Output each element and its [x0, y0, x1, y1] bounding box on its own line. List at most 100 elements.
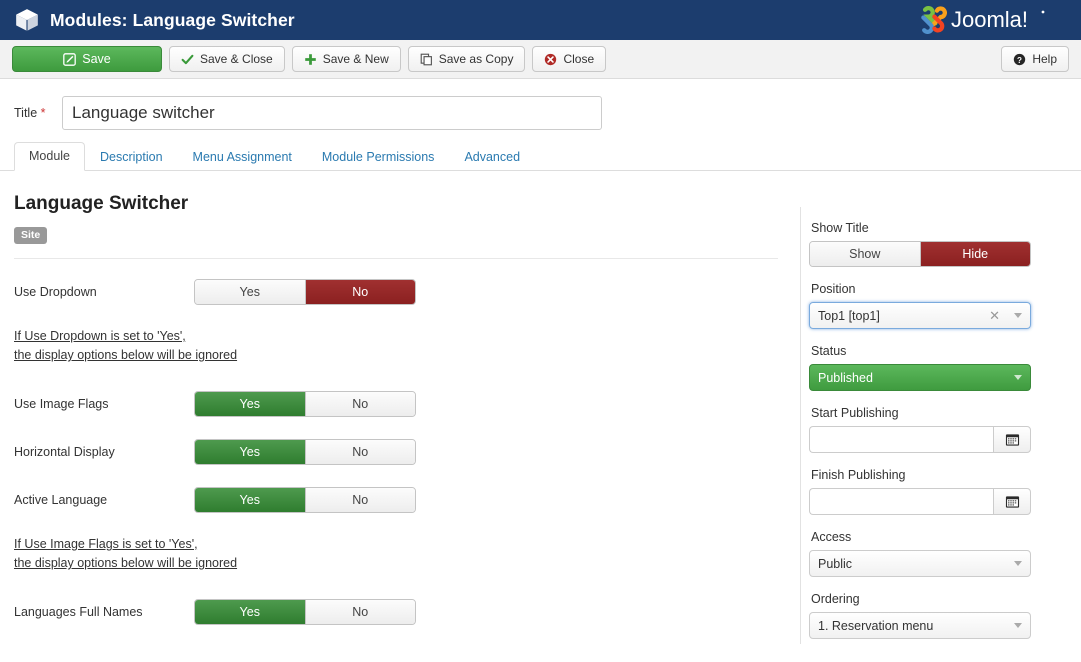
cube-icon [14, 7, 40, 33]
clear-x-icon[interactable]: ✕ [989, 308, 1000, 324]
publishing-sidebar: Show Title Show Hide Position Top1 [top1… [800, 207, 1081, 644]
page-title: Modules: Language Switcher [50, 10, 295, 31]
chevron-down-icon [1014, 313, 1022, 318]
module-settings-panel: Language Switcher Site Use Dropdown Yes … [0, 171, 800, 644]
finish-publishing-group [809, 488, 1031, 515]
status-label: Status [811, 344, 1061, 358]
access-value: Public [818, 557, 1008, 571]
note-use-image-flags-line2: the display options below will be ignore… [14, 554, 237, 573]
field-label-languages-full-names: Languages Full Names [14, 605, 194, 619]
toggle-use-image-flags[interactable]: Yes No [194, 391, 416, 417]
status-select[interactable]: Published [809, 364, 1031, 391]
required-marker: * [41, 106, 46, 120]
tab-module-permissions[interactable]: Module Permissions [307, 143, 450, 171]
title-row: Title * [0, 79, 1081, 131]
field-use-dropdown: Use Dropdown Yes No [14, 277, 778, 307]
toggle-show-title-hide[interactable]: Hide [920, 242, 1031, 266]
field-label-use-image-flags: Use Image Flags [14, 397, 194, 411]
toggle-use-dropdown-no[interactable]: No [305, 280, 416, 304]
status-value: Published [818, 371, 1008, 385]
toggle-use-dropdown-yes[interactable]: Yes [195, 280, 305, 304]
plus-icon [304, 53, 317, 66]
svg-text:Joomla!: Joomla! [951, 7, 1028, 32]
toggle-show-title-show[interactable]: Show [810, 242, 920, 266]
save-as-copy-button[interactable]: Save as Copy [408, 46, 526, 72]
status-block: Status Published [809, 344, 1061, 391]
tab-advanced[interactable]: Advanced [449, 143, 535, 171]
start-publishing-label: Start Publishing [811, 406, 1061, 420]
finish-publishing-input[interactable] [809, 488, 993, 515]
toggle-active-language-no[interactable]: No [305, 488, 416, 512]
note-use-image-flags-line1: If Use Image Flags is set to 'Yes', [14, 535, 198, 554]
show-title-label: Show Title [811, 221, 1061, 235]
note-use-image-flags: If Use Image Flags is set to 'Yes', the … [14, 535, 778, 573]
save-and-new-label: Save & New [323, 52, 389, 66]
toggle-horizontal-display-no[interactable]: No [305, 440, 416, 464]
joomla-logo: Joomla! [914, 3, 1071, 37]
start-publishing-calendar-button[interactable] [993, 426, 1031, 453]
save-as-copy-label: Save as Copy [439, 52, 514, 66]
pencil-square-icon [63, 53, 76, 66]
status-badge: Site [14, 227, 47, 244]
toggle-horizontal-display-yes[interactable]: Yes [195, 440, 305, 464]
close-button[interactable]: Close [532, 46, 606, 72]
field-label-horizontal-display: Horizontal Display [14, 445, 194, 459]
tab-module[interactable]: Module [14, 142, 85, 171]
note-use-dropdown-line1: If Use Dropdown is set to 'Yes', [14, 327, 186, 346]
tab-bar: Module Description Menu Assignment Modul… [0, 139, 1081, 171]
tab-menu-assignment[interactable]: Menu Assignment [178, 143, 307, 171]
help-button[interactable]: ? Help [1001, 46, 1069, 72]
finish-publishing-block: Finish Publishing [809, 468, 1061, 515]
toggle-languages-full-names[interactable]: Yes No [194, 599, 416, 625]
toggle-use-dropdown[interactable]: Yes No [194, 279, 416, 305]
chevron-down-icon [1014, 623, 1022, 628]
toggle-horizontal-display[interactable]: Yes No [194, 439, 416, 465]
field-use-image-flags: Use Image Flags Yes No [14, 389, 778, 419]
toggle-active-language[interactable]: Yes No [194, 487, 416, 513]
help-button-label: Help [1032, 52, 1057, 66]
toggle-show-title[interactable]: Show Hide [809, 241, 1031, 267]
divider [14, 258, 778, 259]
access-block: Access Public [809, 530, 1061, 577]
field-languages-full-names: Languages Full Names Yes No [14, 597, 778, 627]
close-circle-icon [544, 53, 557, 66]
question-circle-icon: ? [1013, 53, 1026, 66]
toggle-languages-full-names-yes[interactable]: Yes [195, 600, 305, 624]
toggle-use-image-flags-yes[interactable]: Yes [195, 392, 305, 416]
tab-description[interactable]: Description [85, 143, 178, 171]
copy-icon [420, 53, 433, 66]
field-active-language: Active Language Yes No [14, 485, 778, 515]
content-area: Language Switcher Site Use Dropdown Yes … [0, 171, 1081, 644]
access-select[interactable]: Public [809, 550, 1031, 577]
close-button-label: Close [563, 52, 594, 66]
show-title-block: Show Title Show Hide [809, 221, 1061, 267]
toolbar: Save Save & Close Save & New Save as Cop… [0, 40, 1081, 79]
module-heading: Language Switcher [14, 193, 778, 215]
app-header: Modules: Language Switcher Joomla! [0, 0, 1081, 40]
save-and-new-button[interactable]: Save & New [292, 46, 401, 72]
note-use-dropdown: If Use Dropdown is set to 'Yes', the dis… [14, 327, 778, 365]
toggle-languages-full-names-no[interactable]: No [305, 600, 416, 624]
chevron-down-icon [1014, 561, 1022, 566]
field-horizontal-display: Horizontal Display Yes No [14, 437, 778, 467]
ordering-value: 1. Reservation menu [818, 619, 1008, 633]
save-button[interactable]: Save [12, 46, 162, 72]
toggle-use-image-flags-no[interactable]: No [305, 392, 416, 416]
field-label-active-language: Active Language [14, 493, 194, 507]
start-publishing-input[interactable] [809, 426, 993, 453]
finish-publishing-calendar-button[interactable] [993, 488, 1031, 515]
check-icon [181, 53, 194, 66]
start-publishing-group [809, 426, 1031, 453]
position-label: Position [811, 282, 1061, 296]
joomla-wordmark-icon: Joomla! [951, 7, 1071, 33]
access-label: Access [811, 530, 1061, 544]
title-label-text: Title [14, 106, 37, 120]
field-label-use-dropdown: Use Dropdown [14, 285, 194, 299]
title-input[interactable] [62, 96, 602, 130]
save-and-close-button[interactable]: Save & Close [169, 46, 285, 72]
toggle-active-language-yes[interactable]: Yes [195, 488, 305, 512]
position-block: Position Top1 [top1] ✕ [809, 282, 1061, 329]
position-select[interactable]: Top1 [top1] ✕ [809, 302, 1031, 329]
ordering-select[interactable]: 1. Reservation menu [809, 612, 1031, 639]
position-value: Top1 [top1] [818, 309, 989, 323]
